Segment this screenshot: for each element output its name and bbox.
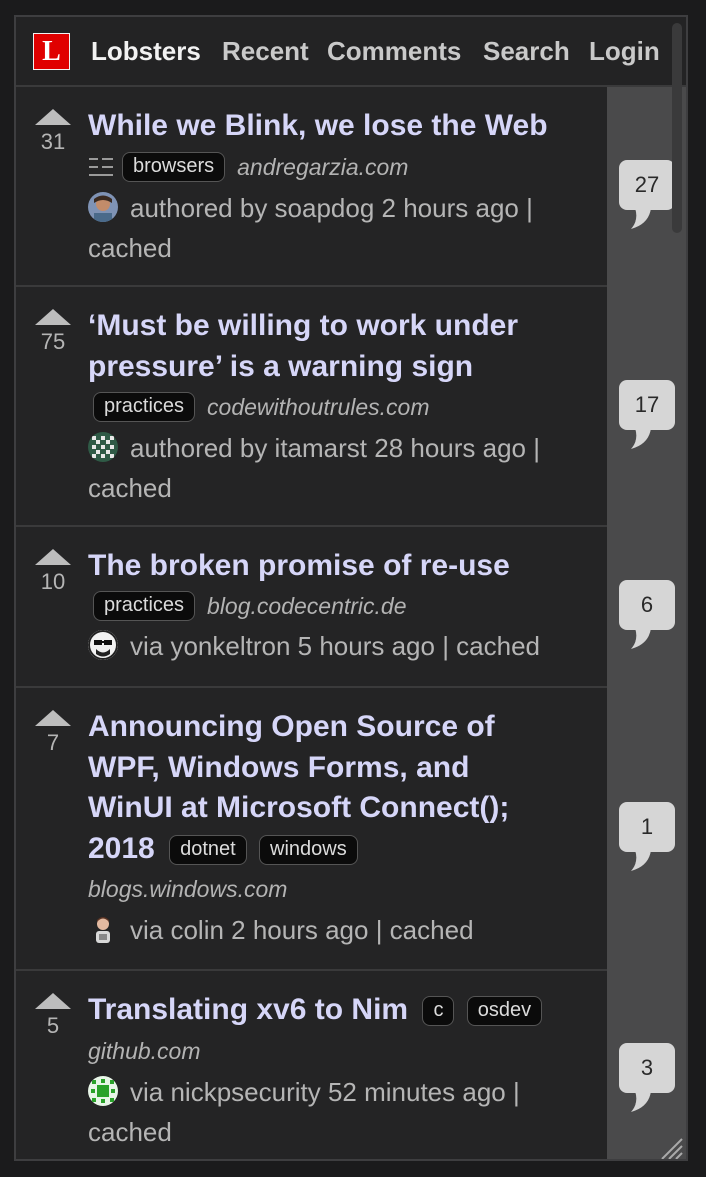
speech-tail-icon xyxy=(631,208,651,229)
story-score: 31 xyxy=(40,129,66,154)
story-byline: authored by itamarst 28 hours ago | xyxy=(130,433,540,463)
story-domain[interactable]: github.com xyxy=(88,1038,201,1064)
story-byline: authored by soapdog 2 hours ago | xyxy=(130,192,533,223)
vote-box: 75 xyxy=(34,309,72,355)
upvote-arrow-icon[interactable] xyxy=(35,993,71,1009)
story-title-link[interactable]: ‘Must be willing to work under pressure’ … xyxy=(88,306,593,387)
tag-browsers[interactable]: browsers xyxy=(122,151,226,182)
story-byline: via colin 2 hours ago | cached xyxy=(130,915,474,945)
user-avatar[interactable] xyxy=(88,191,118,222)
story-score: 5 xyxy=(46,1013,60,1038)
title-line: pressure’ is a warning sign xyxy=(88,349,474,383)
nav-comments[interactable]: Comments xyxy=(327,36,461,67)
nav-brand[interactable]: Lobsters xyxy=(91,36,201,67)
speech-tail-icon xyxy=(631,850,651,871)
story-byline: via nickpsecurity 52 minutes ago | xyxy=(130,1076,520,1107)
cached-link[interactable]: cached xyxy=(88,233,172,263)
title-line: WinUI at Microsoft Connect(); xyxy=(88,791,510,824)
logo-letter: L xyxy=(42,35,61,67)
upvote-arrow-icon[interactable] xyxy=(35,710,71,726)
story-domain[interactable]: andregarzia.com xyxy=(237,154,408,180)
comment-count: 1 xyxy=(640,814,654,839)
tag-practices[interactable]: practices xyxy=(93,392,196,422)
comment-count-bubble[interactable]: 17 xyxy=(619,380,675,449)
upvote-arrow-icon[interactable] xyxy=(35,309,71,325)
upvote-arrow-icon[interactable] xyxy=(35,549,71,565)
story-title-link[interactable]: Translating xv6 to Nim xyxy=(88,993,408,1026)
description-icon[interactable] xyxy=(88,155,114,179)
title-line: WPF, Windows Forms, and xyxy=(88,750,470,784)
vote-box: 10 xyxy=(34,549,72,595)
story-list: 31 While we Blink, we lose the Web brows… xyxy=(16,87,607,1159)
story-title-link[interactable]: While we Blink, we lose the Web xyxy=(88,109,548,142)
title-line: Announcing Open Source of xyxy=(88,710,495,743)
story-domain[interactable]: blogs.windows.com xyxy=(88,876,287,902)
user-avatar[interactable] xyxy=(88,914,118,944)
browser-frame: L Lobsters Recent Comments Search Login … xyxy=(14,15,688,1161)
story-score: 7 xyxy=(46,730,60,755)
nav-recent[interactable]: Recent xyxy=(222,36,309,67)
scrollbar-thumb[interactable] xyxy=(672,23,682,233)
vote-box: 31 xyxy=(34,109,72,155)
resize-grip-icon[interactable] xyxy=(658,1135,684,1161)
comment-count-bubble[interactable]: 1 xyxy=(619,802,675,871)
comment-count: 17 xyxy=(634,392,660,417)
comment-count: 27 xyxy=(634,172,660,197)
title-line: 2018 xyxy=(88,831,155,865)
user-avatar[interactable] xyxy=(88,629,118,660)
story-row: 7 Announcing Open Source of WPF, Windows … xyxy=(16,688,607,971)
story-title-link[interactable]: The broken promise of re-use xyxy=(88,549,510,582)
nav-search[interactable]: Search xyxy=(483,36,570,67)
tag-c[interactable]: c xyxy=(422,996,455,1026)
story-row: 75 ‘Must be willing to work under pressur… xyxy=(16,287,607,527)
tag-practices[interactable]: practices xyxy=(93,590,196,621)
story-row: 10 The broken promise of re-use practice… xyxy=(16,527,607,688)
comment-count-bubble[interactable]: 27 xyxy=(619,160,675,229)
story-row: 5 Translating xv6 to Nim c osdev github.… xyxy=(16,971,607,1159)
speech-tail-icon xyxy=(631,628,651,649)
user-avatar[interactable] xyxy=(88,432,118,462)
tag-dotnet[interactable]: dotnet xyxy=(169,834,247,865)
nav-login[interactable]: Login xyxy=(589,36,660,67)
comment-count-bubble[interactable]: 3 xyxy=(619,1043,675,1112)
header-nav: L Lobsters Recent Comments Search Login xyxy=(16,17,686,87)
comment-count-bubble[interactable]: 6 xyxy=(619,580,675,649)
story-score: 75 xyxy=(40,329,66,354)
cached-link[interactable]: cached xyxy=(88,473,172,503)
upvote-arrow-icon[interactable] xyxy=(35,109,71,125)
vote-box: 5 xyxy=(34,993,72,1039)
vote-box: 7 xyxy=(34,710,72,756)
title-line: ‘Must be willing to work under xyxy=(88,309,519,342)
comment-count: 3 xyxy=(640,1055,654,1080)
user-avatar[interactable] xyxy=(88,1075,118,1106)
story-score: 10 xyxy=(40,569,66,594)
story-byline: via yonkeltron 5 hours ago | cached xyxy=(130,630,541,661)
lobsters-logo[interactable]: L xyxy=(33,33,70,70)
tag-windows[interactable]: windows xyxy=(259,834,358,865)
cached-link[interactable]: cached xyxy=(88,1117,172,1147)
comments-column: 27 17 6 1 3 xyxy=(607,87,686,1161)
comment-count: 6 xyxy=(640,592,654,617)
story-domain[interactable]: codewithoutrules.com xyxy=(207,394,429,420)
story-domain[interactable]: blog.codecentric.de xyxy=(207,593,406,619)
story-row: 31 While we Blink, we lose the Web brows… xyxy=(16,87,607,287)
tag-osdev[interactable]: osdev xyxy=(466,996,543,1026)
speech-tail-icon xyxy=(631,428,651,449)
speech-tail-icon xyxy=(631,1091,651,1112)
